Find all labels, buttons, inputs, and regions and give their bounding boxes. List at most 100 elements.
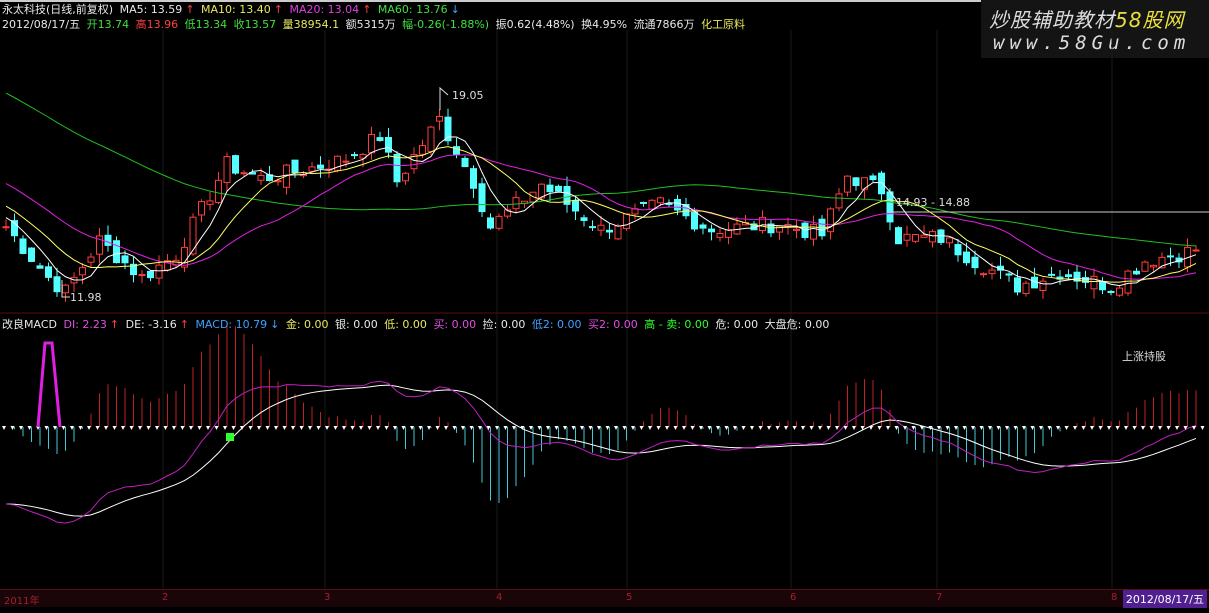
zero-marker [265, 426, 270, 430]
zero-marker [231, 426, 236, 430]
candle-body [614, 225, 622, 240]
zero-marker [10, 426, 15, 430]
jian-value: 捡: 0.00 [482, 318, 526, 331]
zero-marker [1141, 426, 1145, 430]
candle-body [682, 203, 690, 217]
mai-value: 买: 0.00 [433, 318, 477, 331]
macd-header: 改良MACD DI: 2.23 ↑ DE: -3.16 ↑ MACD: 10.79 ↓… [2, 318, 830, 331]
range-label: 14.93 - 14.88 [896, 196, 970, 209]
candle-body [1107, 290, 1115, 293]
zero-marker [537, 426, 542, 430]
zero-marker [401, 426, 406, 430]
axis-tick: 2 [162, 592, 169, 603]
wei-value: 危: 0.00 [715, 318, 759, 331]
candle-body [2, 226, 10, 229]
candle-body [45, 266, 52, 278]
zero-marker [503, 426, 508, 430]
zero-marker [172, 426, 176, 430]
candle-body [393, 153, 401, 183]
zero-marker [920, 426, 924, 430]
zero-marker [546, 426, 550, 430]
zero-marker [2, 426, 6, 430]
zero-marker [801, 426, 805, 430]
zero-marker [512, 426, 516, 430]
zero-marker [835, 426, 839, 430]
candle-body [317, 164, 324, 169]
candle-body [1099, 281, 1106, 291]
zero-marker [945, 426, 950, 430]
price-chart[interactable] [0, 0, 1209, 613]
candle-body [1133, 270, 1140, 275]
zero-marker [869, 426, 873, 430]
zero-marker [724, 426, 729, 430]
zero-marker [282, 426, 287, 430]
zero-marker [792, 426, 797, 430]
zero-marker [1115, 426, 1120, 430]
candle-body [886, 191, 894, 223]
zero-marker [257, 426, 261, 430]
zero-marker [852, 426, 856, 430]
candle-body [198, 201, 205, 216]
axis-tick: 3 [324, 592, 331, 603]
axis-tick: 4 [496, 592, 503, 603]
candle-body [155, 264, 163, 279]
candle-body [606, 229, 613, 233]
zero-marker [818, 426, 822, 430]
zero-marker [44, 426, 49, 430]
zero-marker [1039, 426, 1043, 430]
zero-marker [452, 426, 457, 430]
candle-body [793, 228, 800, 231]
zero-marker [1064, 426, 1069, 430]
zero-marker [27, 426, 32, 430]
zero-marker [155, 426, 159, 430]
candle-body [852, 177, 860, 187]
candle-body [427, 126, 435, 152]
zero-marker [1158, 426, 1162, 430]
candle-body [776, 225, 783, 233]
candle-body [232, 155, 239, 174]
candle-body [495, 215, 503, 229]
zero-marker [707, 426, 712, 430]
zero-marker [87, 426, 91, 430]
candle-body [980, 273, 987, 276]
candle-body [308, 166, 316, 172]
zero-marker [758, 426, 763, 430]
candle-body [19, 238, 27, 254]
candle-body [351, 154, 358, 157]
candle-body [1065, 274, 1072, 278]
buy-signal-marker [226, 433, 234, 441]
di2-value: 低2: 0.00 [531, 318, 582, 331]
zero-marker [53, 426, 57, 430]
candle-body [1005, 273, 1013, 276]
zero-marker [376, 426, 380, 430]
zero-marker [639, 426, 644, 430]
zero-marker [529, 426, 533, 430]
candle-body [342, 160, 350, 163]
zero-marker [478, 426, 482, 430]
zero-marker [214, 426, 219, 430]
candle-body [597, 224, 605, 231]
candle-body [138, 274, 146, 277]
zero-marker [121, 426, 125, 430]
signal-peak [36, 341, 62, 428]
zero-marker [189, 426, 193, 430]
zero-marker [19, 426, 23, 430]
zero-marker [342, 426, 346, 430]
zero-marker [809, 426, 814, 430]
zero-marker [1047, 426, 1052, 430]
zero-marker [673, 426, 678, 430]
axis-tick: 2011年 [4, 596, 40, 607]
zero-marker [1030, 426, 1035, 430]
zero-marker [163, 426, 168, 430]
candle-body [368, 133, 375, 154]
candle-body [963, 251, 970, 264]
zero-marker [223, 426, 227, 430]
zero-marker [843, 426, 848, 430]
zero-marker [1022, 426, 1026, 430]
di-low-value: 低: 0.00 [384, 318, 427, 331]
macd-title: 改良MACD [2, 318, 57, 331]
zero-marker [979, 426, 984, 430]
zero-marker [1175, 426, 1179, 430]
candle-body [223, 156, 231, 184]
candle-body [28, 247, 35, 262]
